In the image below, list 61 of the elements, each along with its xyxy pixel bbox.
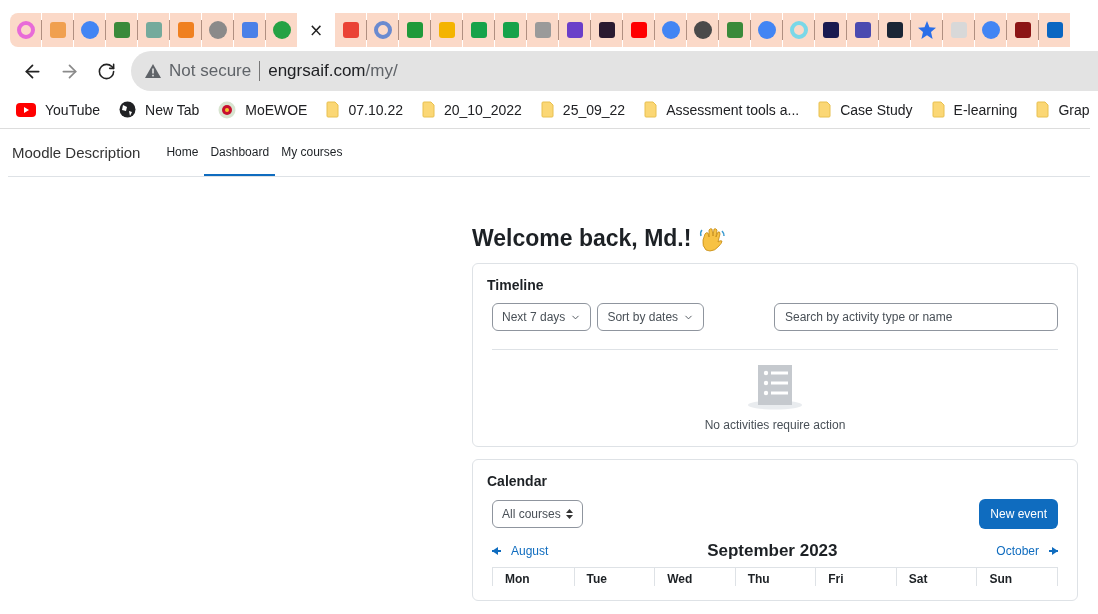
card-title: Calendar (487, 473, 548, 489)
weekday-header: Thu (734, 568, 816, 586)
close-icon[interactable]: × (308, 20, 324, 40)
reload-icon (97, 61, 116, 81)
bookmark-link[interactable]: 25_09_22 (562, 101, 626, 118)
bookmark-link[interactable]: MoEWOE (245, 101, 308, 118)
month-title: September 2023 (706, 541, 839, 561)
nav-link[interactable]: Dashboard (204, 129, 276, 176)
waving-hand-icon (699, 225, 726, 252)
bookmark-link[interactable]: 20_10_2022 (443, 101, 522, 118)
bookmark-link[interactable]: New Tab (145, 101, 200, 118)
address-bar[interactable]: Not secure engrsaif.com/my/ (131, 51, 1098, 91)
previous-month-link[interactable]: August (492, 544, 549, 558)
warning-icon (145, 64, 161, 78)
browser-tab[interactable] (815, 13, 846, 47)
site-brand[interactable]: Moodle Description (12, 144, 141, 161)
folder-icon (421, 101, 435, 118)
arrow-right-icon (1049, 547, 1058, 555)
nav-link[interactable]: Home (160, 129, 205, 176)
bookmark-link[interactable]: Case Study (840, 101, 913, 118)
folder-icon (1036, 101, 1050, 118)
folder-icon (326, 101, 340, 118)
weekday-header: Sun (976, 568, 1057, 586)
weekday-header: Fri (815, 568, 896, 586)
sort-arrows-icon (565, 509, 573, 519)
browser-tab[interactable] (591, 13, 622, 47)
filter-dropdown[interactable]: Sort by dates (597, 303, 705, 331)
browser-tab[interactable] (687, 13, 718, 47)
bookmark-link[interactable]: Grap (1058, 101, 1090, 118)
security-label: Not secure (169, 61, 252, 81)
card-title: Timeline (487, 277, 545, 293)
globe-icon (119, 101, 136, 118)
course-select[interactable]: All courses (492, 500, 583, 528)
weekday-header: Sat (895, 568, 977, 586)
play-icon (16, 102, 36, 117)
weekday-header: Mon (504, 571, 531, 586)
folder-icon (540, 101, 554, 118)
browser-tab[interactable] (1007, 13, 1038, 47)
folder-icon (644, 101, 658, 118)
bookmark-link[interactable]: E-learning (953, 101, 1018, 118)
empty-message: No activities require action (704, 418, 846, 432)
weekday-header: Wed (654, 568, 735, 586)
next-month-link[interactable]: October (996, 544, 1058, 558)
browser-tab[interactable] (879, 13, 910, 47)
nav-link[interactable]: My courses (275, 129, 349, 176)
url-host: engrsaif.com (268, 61, 366, 81)
browser-tab[interactable] (847, 13, 878, 47)
bookmark-link[interactable]: Assessment tools a... (666, 101, 800, 118)
url-path: /my/ (365, 61, 398, 81)
search-field[interactable]: Search by activity type or name (774, 303, 1058, 331)
bookmark-link[interactable]: YouTube (45, 101, 100, 118)
folder-icon (931, 101, 945, 118)
bookmark-link[interactable]: 07.10.22 (348, 101, 403, 118)
welcome-heading: Welcome back, Md.! (472, 225, 692, 252)
emblem-icon (218, 100, 237, 119)
new-event-button[interactable]: New event (979, 499, 1058, 529)
folder-icon (818, 101, 832, 118)
filter-dropdown[interactable]: Next 7 days (492, 303, 592, 331)
list-document-icon (747, 364, 803, 410)
arrow-left-icon (492, 547, 501, 555)
weekday-header: Tue (573, 568, 655, 586)
